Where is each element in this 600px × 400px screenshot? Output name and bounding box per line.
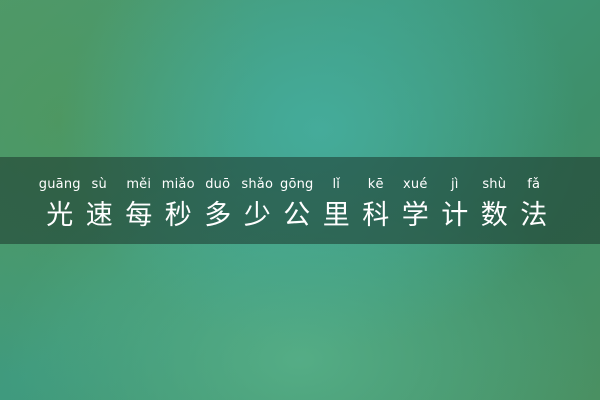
- pinyin-label: gōng: [280, 177, 314, 192]
- hanzi-char: 光: [46, 200, 74, 231]
- hanzi-char: 少: [243, 200, 271, 231]
- hanzi-char: 每: [125, 200, 153, 231]
- title-char: duō 多: [198, 176, 238, 234]
- pinyin-label: sù: [91, 177, 107, 192]
- hanzi-char: 里: [322, 200, 350, 231]
- title-char: jì 计: [435, 176, 475, 234]
- pinyin-label: xué: [402, 177, 428, 192]
- pinyin-label: fǎ: [527, 177, 541, 192]
- hanzi-char: 法: [520, 200, 548, 231]
- pinyin-label: kē: [367, 177, 384, 192]
- pinyin-label: měi: [126, 177, 152, 192]
- pinyin-label: jì: [450, 177, 459, 192]
- hanzi-char: 科: [362, 200, 390, 231]
- hanzi-char: 速: [85, 200, 113, 231]
- hanzi-char: 公: [283, 200, 311, 231]
- title-char: měi 每: [119, 176, 159, 234]
- pinyin-label: lǐ: [332, 177, 341, 192]
- title-char: gōng 公: [277, 176, 317, 234]
- title-char: lǐ 里: [317, 176, 357, 234]
- title-char: shǎo 少: [238, 176, 278, 234]
- hanzi-char: 秒: [164, 200, 192, 231]
- pinyin-label: guāng: [38, 177, 81, 192]
- hanzi-char: 数: [480, 200, 508, 231]
- pinyin-label: shǎo: [241, 177, 274, 192]
- title-char: shù 数: [475, 176, 515, 234]
- title-char: xué 学: [396, 176, 436, 234]
- title-char: guāng 光: [38, 176, 81, 234]
- hanzi-char: 计: [441, 200, 469, 231]
- pinyin-label: duō: [205, 177, 231, 192]
- hanzi-char: 学: [401, 200, 429, 231]
- title-char: sù 速: [80, 176, 120, 234]
- pinyin-title: guāng 光 sù 速 měi 每 miǎo 秒 duō 多 shǎo 少 g…: [38, 176, 580, 234]
- hanzi-char: 多: [204, 200, 232, 231]
- title-char: miǎo 秒: [159, 176, 199, 234]
- pinyin-label: shù: [482, 177, 507, 192]
- title-char: kē 科: [356, 176, 396, 234]
- pinyin-label: miǎo: [161, 177, 195, 192]
- title-char: fǎ 法: [514, 176, 554, 234]
